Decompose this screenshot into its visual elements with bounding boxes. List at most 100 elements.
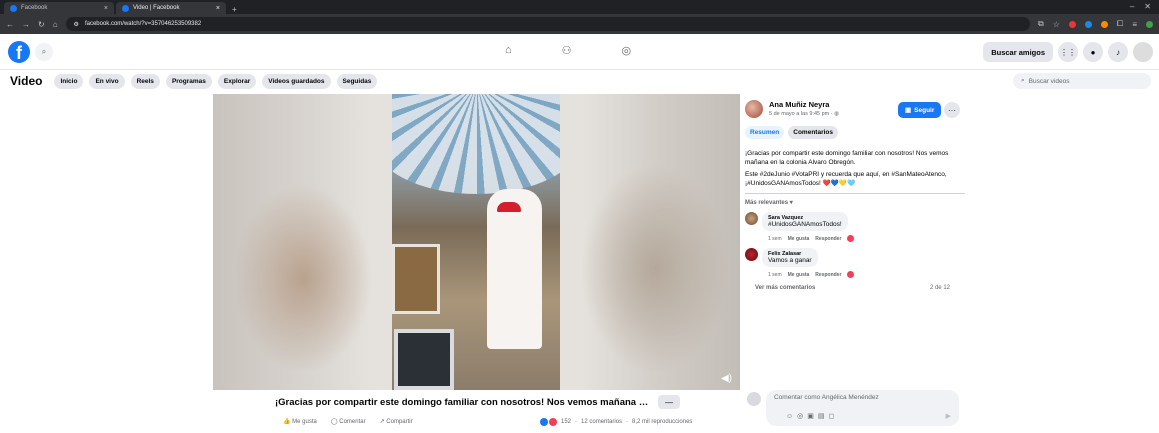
- new-tab-icon[interactable]: +: [232, 5, 237, 14]
- thumbs-up-icon: 👍: [283, 419, 291, 425]
- playlist-icon[interactable]: ≡: [1132, 20, 1137, 29]
- find-friends-button[interactable]: Buscar amigos: [983, 42, 1053, 62]
- comment-input[interactable]: Comentar como Angélica Menéndez ☺◎▣▤◻ ▶: [766, 390, 959, 426]
- video-search-input[interactable]: ⌕ Buscar videos: [1013, 73, 1151, 89]
- page-title: Video: [10, 74, 43, 88]
- comment-item: Sara Vazquez #UnidosGANAmosTodos!: [745, 212, 965, 231]
- red-cap-graphic: [497, 202, 521, 212]
- comment-time[interactable]: 1 sem: [768, 236, 782, 242]
- share-button[interactable]: ↗ Compartir: [380, 418, 413, 425]
- video-search-placeholder: Buscar videos: [1028, 77, 1070, 85]
- url-text: facebook.com/watch/?v=357046253509382: [84, 21, 202, 27]
- browser-tab-active[interactable]: Video | Facebook ×: [116, 2, 226, 14]
- groups-nav-icon[interactable]: ◎: [622, 44, 632, 57]
- comment-composer: Comentar como Angélica Menéndez ☺◎▣▤◻ ▶: [747, 390, 959, 426]
- comment-meta: 1 sem Me gusta Responder: [768, 235, 965, 242]
- post-paragraph: Este #2deJunio #VotaPRI y recuerda que a…: [745, 171, 947, 187]
- comments-count[interactable]: 12 comentarios: [581, 419, 622, 425]
- like-reaction-icon: [540, 418, 548, 426]
- address-bar[interactable]: ⚙ facebook.com/watch/?v=357046253509382: [65, 17, 1031, 31]
- subnav-item-videos-guardados[interactable]: Videos guardados: [262, 73, 331, 89]
- comment-reply-button[interactable]: Responder: [815, 272, 841, 278]
- commenter-avatar[interactable]: [745, 212, 758, 225]
- video-actions: 👍 Me gusta ◯ Comentar ↗ Compartir: [283, 418, 413, 425]
- follow-icon: ▣: [905, 107, 912, 114]
- account-avatar[interactable]: [1133, 42, 1153, 62]
- follow-button[interactable]: ▣ Seguir: [898, 102, 942, 118]
- home-nav-icon[interactable]: ⌂: [505, 44, 512, 57]
- friends-nav-icon[interactable]: ⚇: [562, 44, 572, 57]
- blurred-background: [580, 164, 730, 374]
- comment-time[interactable]: 1 sem: [768, 272, 782, 278]
- heart-reaction-icon: [847, 271, 855, 278]
- more-options-icon[interactable]: ···: [944, 102, 960, 118]
- commenter-avatar[interactable]: [745, 248, 758, 261]
- like-label: Me gusta: [292, 419, 317, 425]
- subnav-item-en-vivo[interactable]: En vivo: [89, 73, 125, 89]
- browser-toolbar: ← → ↻ ⌂ ⚙ facebook.com/watch/?v=35704625…: [0, 14, 1159, 34]
- messenger-icon[interactable]: ●: [1083, 42, 1103, 62]
- video-player[interactable]: ◀): [213, 94, 740, 390]
- send-icon[interactable]: ▶: [946, 412, 951, 420]
- window-controls: – ✕: [1130, 2, 1151, 11]
- close-window-icon[interactable]: ✕: [1144, 2, 1151, 11]
- search-icon[interactable]: ⌕: [35, 42, 53, 61]
- close-tab-icon[interactable]: ×: [216, 5, 220, 12]
- facebook-logo-icon[interactable]: f: [8, 40, 30, 63]
- stats-separator: ·: [575, 419, 578, 425]
- minimize-icon[interactable]: –: [1130, 2, 1134, 11]
- back-icon[interactable]: ←: [6, 20, 14, 29]
- menu-grid-icon[interactable]: ⋮⋮: [1058, 42, 1078, 62]
- comment-bubble: Sara Vazquez #UnidosGANAmosTodos!: [762, 212, 848, 231]
- comment-button[interactable]: ◯ Comentar: [331, 418, 366, 425]
- tab-summary[interactable]: Resumen: [745, 126, 785, 139]
- site-info-icon[interactable]: ⚙: [74, 21, 79, 28]
- author-avatar[interactable]: [745, 100, 763, 118]
- extension-icon[interactable]: [1100, 20, 1108, 28]
- extension-icon[interactable]: [1068, 20, 1076, 28]
- current-user-avatar[interactable]: [747, 392, 761, 406]
- comment-text: #UnidosGANAmosTodos!: [768, 221, 842, 228]
- browser-tab[interactable]: Facebook ×: [4, 2, 114, 14]
- subnav-item-programas[interactable]: Programas: [165, 73, 212, 89]
- author-name[interactable]: Ana Muñiz Neyra: [769, 100, 839, 109]
- video-stats: 152 · 12 comentarios · 8,2 mil reproducc…: [540, 418, 692, 426]
- comment-sort-dropdown[interactable]: Más relevantes ▾: [745, 199, 965, 206]
- comment-reply-button[interactable]: Responder: [815, 236, 841, 242]
- heart-reaction-icon: [847, 235, 855, 242]
- composer-tools-icons[interactable]: ☺◎▣▤◻: [786, 412, 838, 420]
- follow-label: Seguir: [914, 106, 935, 114]
- comment-pager: 2 de 12: [929, 285, 950, 291]
- forward-icon[interactable]: →: [22, 20, 30, 29]
- browser-tab-strip: Facebook × Video | Facebook × + – ✕: [0, 0, 1159, 14]
- comment-text: Vamos a ganar: [768, 257, 812, 264]
- view-more-comments-link[interactable]: Ver más comentarios: [755, 285, 815, 291]
- divider: [745, 193, 965, 194]
- like-button[interactable]: 👍 Me gusta: [283, 418, 317, 425]
- close-tab-icon[interactable]: ×: [104, 5, 108, 12]
- subnav-item-seguidas[interactable]: Seguidas: [336, 73, 378, 89]
- extensions-puzzle-icon[interactable]: ⧠: [1117, 19, 1123, 29]
- subnav-item-reels[interactable]: Reels: [130, 73, 160, 89]
- bookmark-star-icon[interactable]: ☆: [1053, 20, 1060, 29]
- tab-comments[interactable]: Comentarios: [788, 126, 838, 139]
- reload-icon[interactable]: ↻: [38, 20, 45, 29]
- notifications-bell-icon[interactable]: ♪: [1108, 42, 1128, 62]
- home-icon[interactable]: ⌂: [53, 20, 58, 29]
- post-time[interactable]: 5 de mayo a las 9:45 pm ·: [769, 111, 834, 117]
- video-frame[interactable]: [392, 94, 560, 390]
- share-label: Compartir: [386, 419, 413, 425]
- subnav-item-inicio[interactable]: Inicio: [54, 73, 84, 89]
- collapse-button[interactable]: —: [658, 395, 680, 409]
- facebook-favicon-icon: [10, 4, 17, 12]
- comment-like-button[interactable]: Me gusta: [788, 272, 810, 278]
- install-icon[interactable]: ⧉: [1038, 19, 1044, 29]
- reaction-count[interactable]: 152: [561, 419, 571, 425]
- comment-like-button[interactable]: Me gusta: [788, 236, 810, 242]
- volume-icon[interactable]: ◀): [721, 373, 732, 384]
- subnav-item-explorar[interactable]: Explorar: [217, 73, 257, 89]
- search-icon: ⌕: [1021, 77, 1025, 84]
- profile-avatar[interactable]: [1146, 20, 1153, 28]
- video-caption: ¡Gracias por compartir este domingo fami…: [275, 396, 650, 408]
- extension-icon[interactable]: [1084, 20, 1092, 28]
